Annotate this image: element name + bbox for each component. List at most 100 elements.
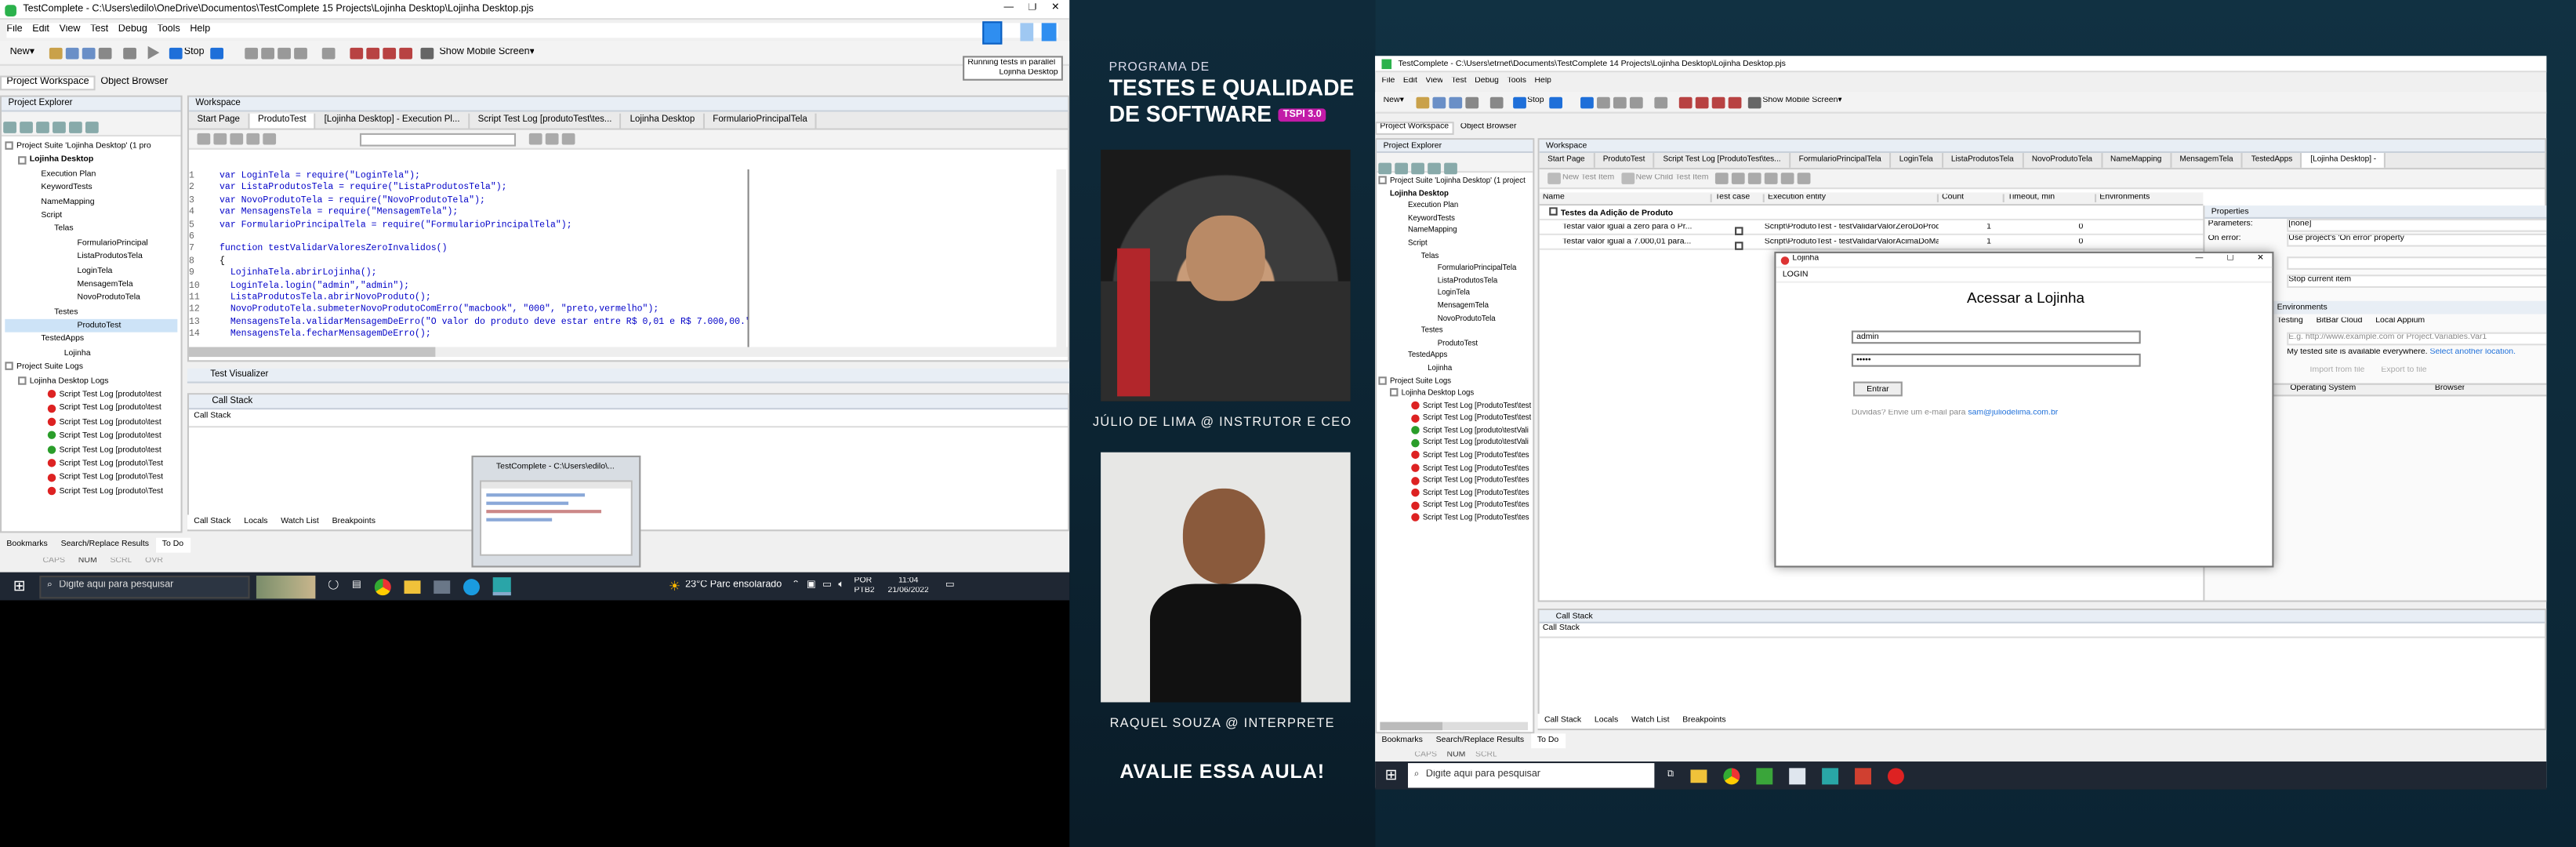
tree-item[interactable]: Execution Plan: [5, 167, 177, 181]
menu-edit[interactable]: Edit: [32, 25, 49, 36]
widgets-icon[interactable]: ▤: [352, 580, 361, 591]
tray-app-icon[interactable]: ▣: [807, 580, 816, 591]
log-item[interactable]: Script Test Log [ProdutoTest\tes: [1378, 462, 1531, 474]
tree-item[interactable]: KeywordTests: [5, 181, 177, 195]
editor-tool-icon[interactable]: [246, 133, 260, 145]
app-icon[interactable]: [1854, 767, 1871, 784]
tree-tool-icon[interactable]: [85, 122, 99, 133]
task-view-icon[interactable]: ◯: [328, 580, 339, 591]
tab-object-browser[interactable]: Object Browser: [1453, 124, 1522, 133]
calculator-icon[interactable]: [1654, 96, 1667, 108]
log-item[interactable]: Script Test Log [produto\test: [5, 402, 177, 416]
menu-debug[interactable]: Debug: [1475, 78, 1499, 87]
tab-locals[interactable]: Locals: [238, 514, 274, 529]
print-icon[interactable]: [98, 46, 112, 59]
record-keyword-icon[interactable]: [383, 46, 397, 59]
tree-item[interactable]: Lojinha Desktop Logs: [5, 374, 177, 388]
tab-start-page[interactable]: Start Page: [189, 112, 250, 128]
tree-item[interactable]: Lojinha Desktop Logs: [1378, 387, 1531, 399]
bitbar-cloud-option[interactable]: BitBar Cloud: [2317, 317, 2363, 326]
chrome-icon[interactable]: [1723, 767, 1740, 784]
select-location-link[interactable]: Select another location.: [2430, 349, 2516, 357]
save-all-icon[interactable]: [82, 46, 96, 59]
login-button[interactable]: Entrar: [1852, 381, 1903, 397]
file-explorer-icon[interactable]: [404, 580, 421, 594]
run-icon[interactable]: [123, 46, 137, 59]
stop-label[interactable]: Stop: [1527, 97, 1544, 107]
pause-parallel-icon[interactable]: [1020, 23, 1034, 42]
taskbar-search-box[interactable]: ⌕ Digite aqui para pesquisar: [38, 574, 249, 598]
log-item[interactable]: Script Test Log [ProdutoTest\tes: [1378, 474, 1531, 486]
grid-group-row[interactable]: Testes da Adição de Produto: [1539, 207, 2204, 221]
tab-mensagem-tela[interactable]: MensagemTela: [2171, 153, 2244, 168]
tab-breakpoints[interactable]: Breakpoints: [325, 514, 382, 529]
tree-tool-icon[interactable]: [1444, 162, 1457, 175]
step-out-icon[interactable]: [294, 46, 308, 59]
tab-project-workspace[interactable]: Project Workspace: [0, 75, 96, 91]
tab-search-replace[interactable]: Search/Replace Results: [54, 537, 155, 552]
plan-tool-icon[interactable]: [1797, 173, 1811, 184]
step-over-icon[interactable]: [278, 46, 292, 59]
taskbar-thumbnail[interactable]: TestComplete - C:\Users\edilo\...: [471, 455, 641, 568]
tab-object-browser[interactable]: Object Browser: [96, 78, 173, 89]
tree-tool-icon[interactable]: [1395, 162, 1409, 175]
tree-item[interactable]: Project Suite 'Lojinha Desktop' (1 proje…: [1378, 174, 1531, 187]
vertical-scrollbar[interactable]: [1056, 169, 1067, 347]
routine-dropdown[interactable]: [359, 132, 517, 146]
column-timeout[interactable]: Timeout, min: [2005, 193, 2097, 203]
tree-item[interactable]: Lojinha Desktop: [1378, 187, 1531, 199]
tree-item[interactable]: FormularioPrincipalTela: [1378, 262, 1531, 274]
stop-parallel-icon[interactable]: [1041, 23, 1057, 42]
minimize-button[interactable]: —: [2196, 255, 2204, 264]
tab-watch-list[interactable]: Watch List: [1625, 714, 1676, 729]
testcomplete-taskbar-icon[interactable]: [1821, 767, 1838, 784]
dialog-menu-login[interactable]: LOGIN: [1776, 268, 2273, 283]
editor-tool-icon[interactable]: [230, 133, 244, 145]
menu-file[interactable]: File: [6, 25, 22, 36]
save-all-icon[interactable]: [1448, 96, 1462, 108]
windows-start-icon[interactable]: ⊞: [1385, 766, 1398, 784]
tab-produtotest[interactable]: ProdutoTest: [1595, 153, 1655, 168]
column-environments[interactable]: Environments: [2096, 194, 2195, 203]
tree-tool-icon[interactable]: [69, 122, 82, 133]
plan-tool-icon[interactable]: [1731, 173, 1745, 184]
tab-execution-plan[interactable]: [Lojinha Desktop] -: [2302, 153, 2386, 168]
tree-item[interactable]: ListaProdutosTela: [1378, 274, 1531, 287]
stop-label[interactable]: Stop: [184, 47, 205, 58]
show-mobile-screen-button[interactable]: Show Mobile Screen: [439, 47, 529, 58]
menu-view[interactable]: View: [59, 25, 80, 36]
record-icon[interactable]: [211, 46, 224, 59]
tree-item[interactable]: NovoProdutoTela: [1378, 311, 1531, 324]
tab-to-do[interactable]: To Do: [1530, 733, 1566, 749]
plan-tool-icon[interactable]: [1764, 173, 1778, 184]
pause-icon[interactable]: [245, 46, 259, 59]
editor-tool-icon[interactable]: [197, 133, 211, 145]
menu-help[interactable]: Help: [190, 25, 210, 36]
plan-tool-icon[interactable]: [1747, 173, 1761, 184]
tree-tool-icon[interactable]: [20, 122, 33, 133]
url-input[interactable]: E.g. http://www.example.com or Project.V…: [2287, 332, 2547, 346]
log-item[interactable]: Script Test Log [ProdutoTest\tes: [1378, 486, 1531, 499]
testcomplete-taskbar-icon[interactable]: [492, 577, 511, 596]
tree-item[interactable]: Project Suite 'Lojinha Desktop' (1 pro: [5, 140, 177, 154]
tree-item[interactable]: Lojinha: [1378, 362, 1531, 374]
stop-icon[interactable]: [169, 46, 183, 59]
log-item[interactable]: Script Test Log [produto\testVali: [1378, 424, 1531, 437]
log-item[interactable]: Script Test Log [ProdutoTest\tes: [1378, 511, 1531, 524]
tab-formulario-principal[interactable]: FormularioPrincipalTela: [1791, 153, 1892, 168]
log-item[interactable]: Script Test Log [produto\Test: [5, 457, 177, 471]
menu-tools[interactable]: Tools: [157, 25, 180, 36]
run-icon[interactable]: [1489, 96, 1503, 108]
code-editor[interactable]: 1 var LoginTela = require("LoginTela"); …: [189, 169, 748, 347]
tab-formulario-principal[interactable]: FormularioPrincipalTela: [704, 112, 818, 128]
editor-tool-icon[interactable]: [263, 133, 277, 145]
tree-item[interactable]: Testes: [5, 305, 177, 319]
log-item[interactable]: Script Test Log [ProdutoTest\tes: [1378, 449, 1531, 462]
editor-tool-icon[interactable]: [561, 133, 575, 145]
log-item[interactable]: Script Test Log [produto\test: [5, 443, 177, 457]
lojinha-taskbar-icon[interactable]: [1887, 767, 1904, 784]
plan-tool-icon[interactable]: [1780, 173, 1794, 184]
tree-item[interactable]: Telas: [1378, 249, 1531, 262]
column-execution-entity[interactable]: Execution entity: [1765, 193, 1939, 203]
menu-edit[interactable]: Edit: [1403, 78, 1417, 87]
